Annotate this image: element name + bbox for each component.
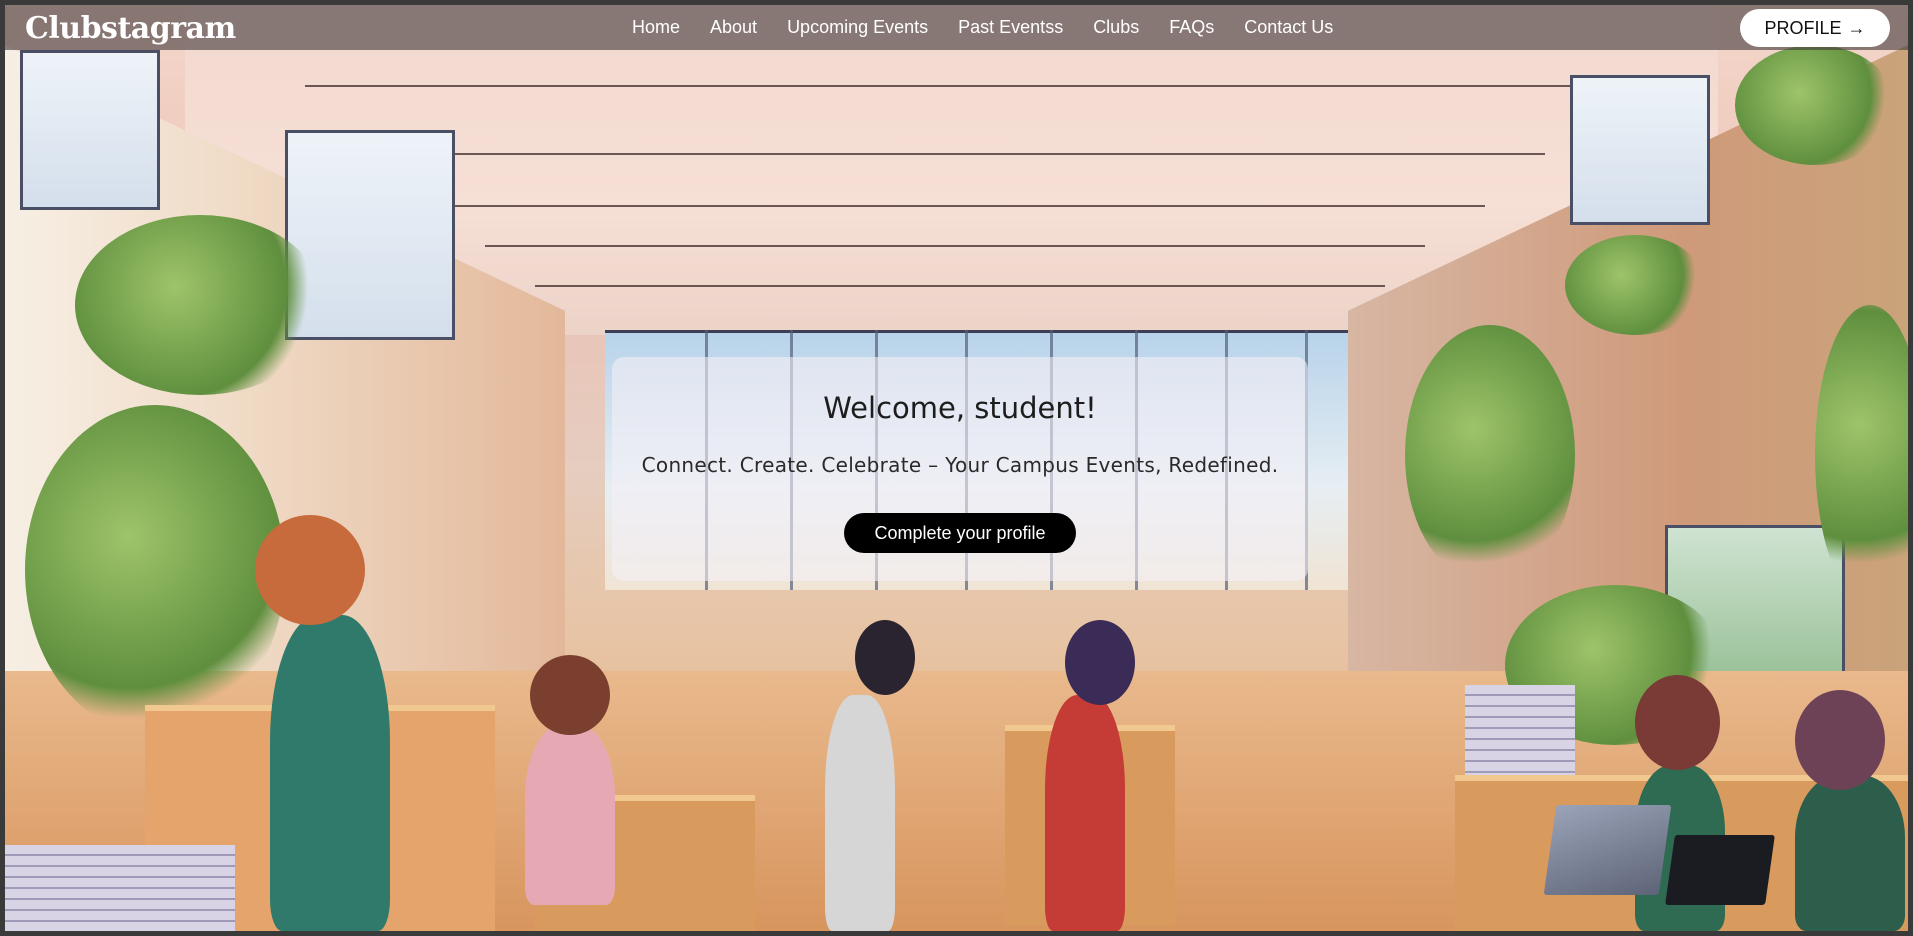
welcome-title: Welcome, student! [823, 391, 1097, 425]
nav-link-contact-us[interactable]: Contact Us [1244, 17, 1333, 38]
welcome-subtitle: Connect. Create. Celebrate – Your Campus… [641, 453, 1279, 477]
nav-link-home[interactable]: Home [632, 17, 680, 38]
nav-link-past-events[interactable]: Past Eventss [958, 17, 1063, 38]
nav-link-faqs[interactable]: FAQs [1169, 17, 1214, 38]
arrow-right-icon: → [1847, 17, 1866, 38]
nav-link-clubs[interactable]: Clubs [1093, 17, 1139, 38]
brand-logo[interactable]: Clubstagram [25, 11, 236, 46]
nav-link-about[interactable]: About [710, 17, 757, 38]
complete-profile-button[interactable]: Complete your profile [844, 513, 1076, 553]
welcome-card: Welcome, student! Connect. Create. Celeb… [612, 357, 1308, 581]
nav-link-upcoming-events[interactable]: Upcoming Events [787, 17, 928, 38]
top-navbar: Clubstagram Home About Upcoming Events P… [5, 5, 1908, 50]
nav-links: Home About Upcoming Events Past Eventss … [632, 5, 1363, 50]
profile-button[interactable]: PROFILE → [1740, 9, 1890, 47]
profile-button-label: PROFILE [1764, 17, 1842, 38]
